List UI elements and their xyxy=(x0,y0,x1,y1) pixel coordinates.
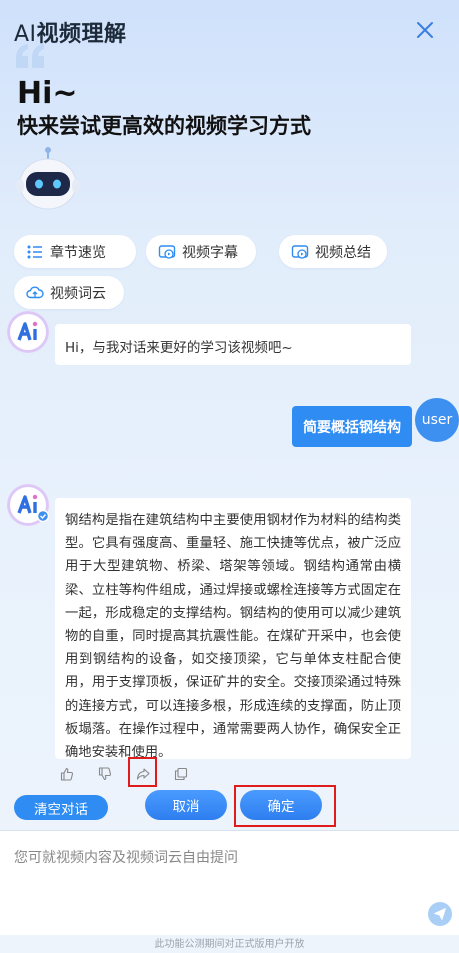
ai-avatar xyxy=(7,311,49,353)
clear-chat-button[interactable]: 清空对话 xyxy=(14,795,108,820)
video-summary-icon xyxy=(291,244,309,259)
question-input[interactable]: 您可就视频内容及视频词云自由提问 xyxy=(0,830,459,935)
ai-answer-message: 钢结构是指在建筑结构中主要使用钢材作为材料的结构类型。它具有强度高、重量轻、施工… xyxy=(55,498,411,760)
user-message: 简要概括钢结构 xyxy=(292,406,412,447)
quick-action-chapters[interactable]: 章节速览 xyxy=(14,235,136,268)
cloud-icon xyxy=(26,286,44,298)
robot-icon xyxy=(12,146,84,218)
highlight-box xyxy=(234,785,336,827)
quick-action-label: 视频词云 xyxy=(50,285,106,302)
close-icon[interactable] xyxy=(414,19,436,41)
subtitle: 快来尝试更高效的视频学习方式 xyxy=(17,114,311,138)
quick-action-label: 视频总结 xyxy=(315,244,371,261)
send-button[interactable] xyxy=(428,902,452,926)
quick-action-subtitles[interactable]: 视频字幕 xyxy=(146,235,256,268)
video-subtitle-icon xyxy=(158,244,176,259)
thumbs-up-icon[interactable] xyxy=(56,764,78,784)
thumbs-down-icon[interactable] xyxy=(94,764,116,784)
copy-icon[interactable] xyxy=(170,764,192,784)
greeting-heading: Hi~ xyxy=(17,76,78,111)
chapter-list-icon xyxy=(27,245,42,258)
highlight-box xyxy=(128,757,157,787)
quick-action-label: 视频字幕 xyxy=(182,244,238,261)
user-avatar: user xyxy=(415,398,459,442)
ai-logo-icon xyxy=(8,485,50,525)
send-icon xyxy=(434,908,446,920)
ai-logo-icon xyxy=(8,312,48,352)
quick-action-label: 章节速览 xyxy=(50,244,106,261)
quick-action-summary[interactable]: 视频总结 xyxy=(279,235,387,268)
quick-action-wordcloud[interactable]: 视频词云 xyxy=(14,276,124,309)
footer-note: 此功能公测期间对正式版用户开放 xyxy=(154,939,305,950)
header: AI视频理解 Hi~ 快来尝试更高效的视频学习方式 xyxy=(0,0,459,230)
ai-avatar xyxy=(7,484,50,526)
input-placeholder: 您可就视频内容及视频词云自由提问 xyxy=(14,850,238,866)
ai-greeting-message: Hi，与我对话来更好的学习该视频吧~ xyxy=(55,324,411,365)
cancel-button[interactable]: 取消 xyxy=(145,790,227,820)
quote-icon xyxy=(14,40,48,74)
